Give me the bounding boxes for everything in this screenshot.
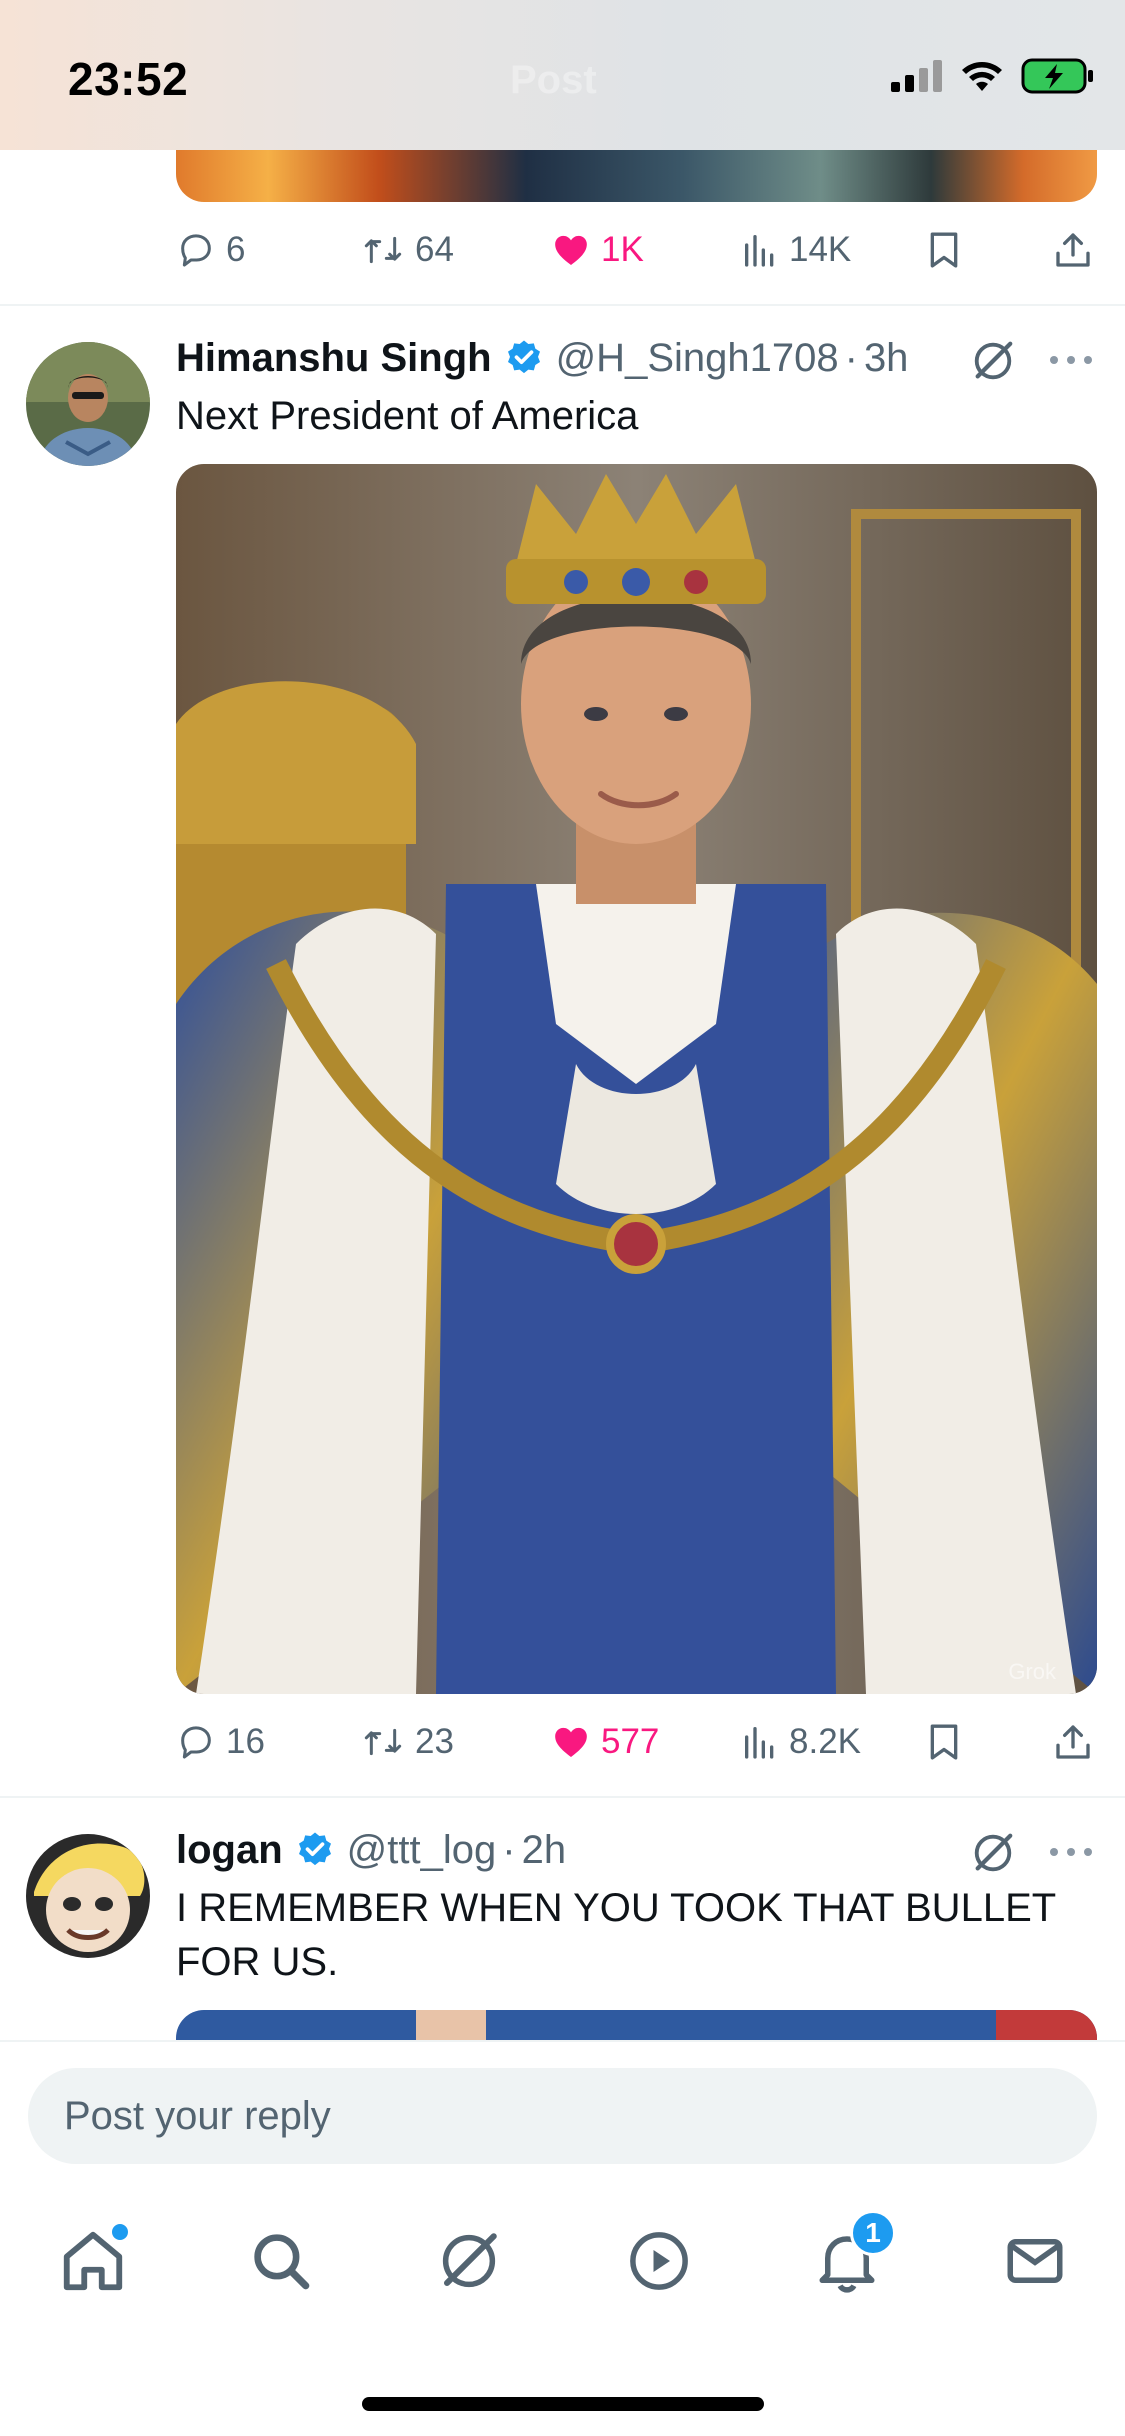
reply-button[interactable]: 16 xyxy=(176,1712,265,1772)
like-button[interactable]: 1K xyxy=(551,220,644,280)
more-options-icon[interactable] xyxy=(1048,1842,1094,1862)
battery-charging-icon xyxy=(1021,58,1093,94)
repost-count: 23 xyxy=(415,1722,454,1761)
tab-search[interactable] xyxy=(236,2216,326,2306)
reply-count: 6 xyxy=(226,230,246,269)
repost-button[interactable]: 23 xyxy=(361,1712,454,1772)
author-name[interactable]: logan xyxy=(176,1828,283,1873)
views-button[interactable]: 8.2K xyxy=(741,1712,861,1772)
more-options-icon[interactable] xyxy=(1048,350,1094,370)
repost-icon xyxy=(364,1728,402,1756)
media-watermark: Grok xyxy=(1008,1659,1057,1684)
repost-button[interactable]: 64 xyxy=(361,220,454,280)
divider xyxy=(0,304,1125,306)
views-button[interactable]: 14K xyxy=(741,220,851,280)
tweet-header: Himanshu Singh @H_Singh1708 · 3h xyxy=(176,332,908,384)
status-time: 23:52 xyxy=(68,53,189,105)
home-unread-dot xyxy=(112,2224,128,2240)
wifi-icon xyxy=(962,62,1002,91)
page-title-ghost: Post xyxy=(510,58,597,102)
tweet-media[interactable]: Grok xyxy=(176,464,1097,1694)
author-name[interactable]: Himanshu Singh xyxy=(176,336,492,381)
views-count: 8.2K xyxy=(789,1722,861,1761)
grok-icon[interactable] xyxy=(970,338,1016,384)
notifications-badge: 1 xyxy=(850,2210,896,2256)
previous-tweet-actions: 6 64 1K 14K xyxy=(176,220,1097,280)
tab-messages[interactable] xyxy=(990,2216,1080,2306)
grok-icon xyxy=(442,2233,497,2288)
tab-grok[interactable] xyxy=(424,2216,514,2306)
post-time[interactable]: 2h xyxy=(522,1828,567,1873)
views-icon xyxy=(745,1727,774,1759)
reply-bar xyxy=(0,2040,1125,2180)
tweet-header: logan @ttt_log · 2h xyxy=(176,1824,566,1876)
status-bar: 23:52 Post xyxy=(0,0,1125,150)
reply-input[interactable] xyxy=(28,2068,1097,2164)
signal-icon xyxy=(891,60,942,92)
like-count: 577 xyxy=(601,1722,660,1761)
status-icons xyxy=(891,58,1095,94)
tweet-actions: 16 23 577 8.2K xyxy=(176,1712,1097,1772)
separator-dot: · xyxy=(502,1827,516,1872)
reply-button[interactable]: 6 xyxy=(176,220,245,280)
messages-icon xyxy=(1007,2239,1063,2283)
like-button[interactable]: 577 xyxy=(551,1712,659,1772)
share-button[interactable] xyxy=(1054,1712,1092,1772)
heart-filled-icon xyxy=(555,235,587,265)
share-icon xyxy=(1056,1725,1090,1759)
tab-video[interactable] xyxy=(614,2216,704,2306)
grok-icon[interactable] xyxy=(970,1830,1016,1876)
video-icon xyxy=(630,2232,688,2290)
bookmark-icon xyxy=(930,1724,958,1760)
share-icon xyxy=(1056,233,1090,267)
share-button[interactable] xyxy=(1054,220,1092,280)
repost-count: 64 xyxy=(415,230,454,269)
avatar[interactable] xyxy=(26,1834,150,1958)
reply-icon xyxy=(181,234,211,267)
verified-badge-icon xyxy=(298,1832,331,1866)
repost-icon xyxy=(364,236,402,264)
views-count: 14K xyxy=(789,230,852,269)
home-indicator xyxy=(362,2397,764,2411)
post-time[interactable]: 3h xyxy=(864,336,909,381)
heart-filled-icon xyxy=(555,1727,587,1757)
reply-count: 16 xyxy=(226,1722,265,1761)
tweet-text: I REMEMBER WHEN YOU TOOK THAT BULLET FOR… xyxy=(176,1886,1056,1984)
reply-icon xyxy=(181,1726,211,1759)
tweet-media[interactable] xyxy=(176,2010,1097,2040)
previous-tweet-media[interactable] xyxy=(176,150,1097,202)
separator-dot: · xyxy=(844,335,858,380)
author-handle[interactable]: @ttt_log xyxy=(347,1828,497,1873)
tab-notifications[interactable]: 1 xyxy=(802,2210,896,2306)
verified-badge-icon xyxy=(507,340,540,374)
tab-home[interactable] xyxy=(48,2216,138,2306)
bookmark-icon xyxy=(930,232,958,268)
tweet-text: Next President of America xyxy=(176,394,639,438)
avatar[interactable] xyxy=(26,342,150,466)
divider xyxy=(0,1796,1125,1798)
bookmark-button[interactable] xyxy=(926,220,962,280)
like-count: 1K xyxy=(601,230,644,269)
search-icon xyxy=(254,2234,310,2290)
views-icon xyxy=(745,235,774,267)
bookmark-button[interactable] xyxy=(926,1712,962,1772)
author-handle[interactable]: @H_Singh1708 xyxy=(556,336,839,381)
